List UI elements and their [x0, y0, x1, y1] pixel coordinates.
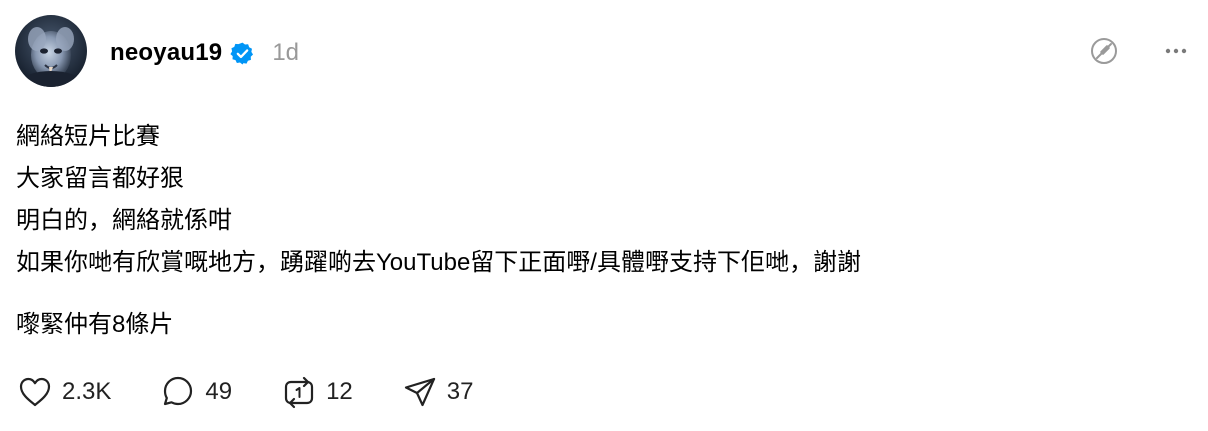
repost-count: 12: [326, 378, 353, 405]
post-text-line: 如果你哋有欣賞嘅地方，踴躍啲去YouTube留下正面嘢/具體嘢支持下佢哋，謝謝: [16, 249, 861, 276]
post-text-line: 網絡短片比賽: [16, 123, 160, 150]
share-count: 37: [446, 378, 474, 405]
thread-post: neoyau19 1d 網絡短片比賽 大家留言都好狠 明白的，網絡就係咁 如果你…: [0, 0, 1208, 431]
action-bar: 2.3K 49 12 37: [16, 372, 473, 412]
post-text-line: 明白的，網絡就係咁: [16, 207, 232, 234]
avatar-image: [15, 15, 87, 87]
reply-button[interactable]: 49: [159, 372, 232, 412]
like-count: 2.3K: [62, 378, 112, 405]
avatar[interactable]: [15, 15, 87, 87]
username[interactable]: neoyau19: [110, 39, 222, 67]
post-header: neoyau19 1d: [110, 34, 299, 72]
no-sound-icon[interactable]: [1086, 33, 1122, 69]
post-timestamp: 1d: [272, 39, 300, 66]
post-text-line: 嚟緊仲有8條片: [16, 311, 174, 338]
repost-icon: [280, 373, 318, 411]
more-options-icon[interactable]: [1158, 33, 1194, 69]
reply-count: 49: [205, 378, 233, 405]
repost-button[interactable]: 12: [280, 372, 353, 412]
share-button[interactable]: 37: [401, 372, 474, 412]
verified-badge-icon: [230, 41, 255, 66]
post-content: 網絡短片比賽 大家留言都好狠 明白的，網絡就係咁 如果你哋有欣賞嘅地方，踴躍啲去…: [16, 116, 1196, 346]
heart-icon: [16, 373, 54, 411]
post-text-line: 大家留言都好狠: [16, 165, 184, 192]
comment-icon: [159, 373, 197, 411]
send-icon: [401, 373, 439, 411]
like-button[interactable]: 2.3K: [16, 372, 111, 412]
